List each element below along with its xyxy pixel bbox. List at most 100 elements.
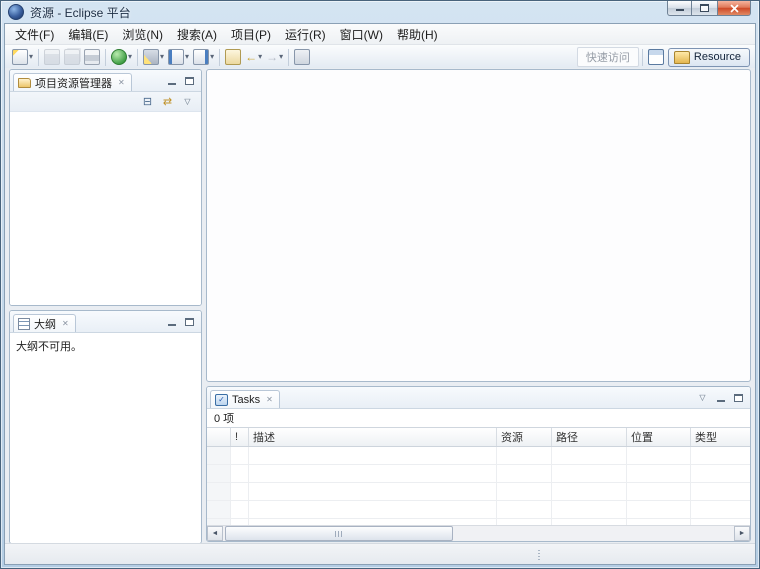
forward-button[interactable]: → ▾ [264, 48, 285, 66]
dropdown-arrow-icon[interactable]: ▾ [210, 49, 214, 65]
view-menu-button[interactable]: ▽ [695, 391, 710, 404]
dropdown-arrow-icon[interactable]: ▾ [29, 49, 33, 65]
eclipse-window: 资源 - Eclipse 平台 文件(F) 编辑(E) 浏览(N) 搜索(A) … [0, 0, 760, 569]
maximize-view-button[interactable] [182, 74, 197, 87]
collapse-all-button[interactable]: ⊟ [139, 94, 156, 110]
toolbar-separator [38, 48, 40, 66]
save-all-icon [64, 49, 81, 65]
print-button[interactable] [82, 48, 102, 66]
pin-editor-button[interactable] [292, 48, 312, 66]
column-header-resource[interactable]: 资源 [497, 428, 552, 446]
close-view-icon[interactable]: ✕ [118, 78, 125, 88]
minimize-icon [167, 83, 176, 85]
minimize-view-button[interactable] [164, 315, 179, 328]
table-cell [231, 447, 249, 464]
external-tools-icon [111, 49, 128, 65]
maximize-view-button[interactable] [731, 391, 746, 404]
search-button[interactable]: ▾ [141, 48, 166, 66]
minimize-view-button[interactable] [164, 74, 179, 87]
column-header-priority[interactable]: ! [231, 428, 249, 446]
tab-tasks[interactable]: ✓ Tasks ✕ [210, 390, 280, 408]
maximize-view-button[interactable] [182, 315, 197, 328]
toolbar-separator [641, 48, 643, 66]
project-explorer-tab-label: 项目资源管理器 [35, 77, 112, 90]
table-cell [627, 483, 691, 500]
minimize-view-button[interactable] [713, 391, 728, 404]
maximize-window-button[interactable] [692, 1, 717, 16]
save-button[interactable] [42, 48, 62, 66]
project-explorer-toolbar: ⊟ ⇄ ▽ [10, 92, 201, 112]
scrollbar-thumb[interactable] [225, 526, 453, 541]
dropdown-arrow-icon[interactable]: ▾ [279, 49, 283, 65]
outline-header: 大纲 ✕ [10, 311, 201, 333]
pin-editor-icon [294, 49, 311, 65]
tasks-table-body[interactable] [207, 447, 750, 525]
dropdown-arrow-icon[interactable]: ▾ [185, 49, 189, 65]
save-icon [44, 49, 61, 65]
dropdown-arrow-icon[interactable]: ▾ [160, 49, 164, 65]
menu-item-help[interactable]: 帮助(H) [390, 24, 445, 44]
new-wizard-icon [12, 49, 28, 65]
column-header-path[interactable]: 路径 [552, 428, 627, 446]
project-explorer-tree[interactable] [10, 112, 201, 305]
menu-item-edit[interactable]: 编辑(E) [61, 24, 115, 44]
menu-item-project[interactable]: 项目(P) [224, 24, 278, 44]
scrollbar-grip [334, 530, 344, 537]
table-cell [497, 465, 552, 482]
table-cell [627, 465, 691, 482]
menu-item-run[interactable]: 运行(R) [278, 24, 333, 44]
column-header-description[interactable]: 描述 [249, 428, 497, 446]
last-edit-location-button[interactable] [223, 48, 243, 66]
back-button[interactable]: ← ▾ [243, 48, 264, 66]
scrollbar-track[interactable] [223, 526, 734, 541]
menu-item-search[interactable]: 搜索(A) [170, 24, 224, 44]
scroll-left-button[interactable]: ◄ [207, 526, 223, 541]
link-with-editor-button[interactable]: ⇄ [159, 94, 176, 110]
new-wizard-button[interactable]: ▾ [10, 48, 35, 66]
column-header-location[interactable]: 位置 [627, 428, 691, 446]
tasks-count: 0 项 [214, 413, 235, 425]
menu-item-file[interactable]: 文件(F) [8, 24, 61, 44]
table-cell [249, 483, 497, 500]
table-cell [497, 501, 552, 518]
close-window-button[interactable] [717, 1, 751, 16]
view-menu-button[interactable]: ▽ [179, 94, 196, 110]
save-all-button[interactable] [62, 48, 82, 66]
close-view-icon[interactable]: ✕ [266, 395, 273, 405]
dropdown-arrow-icon[interactable]: ▾ [128, 49, 132, 65]
toolbar-separator [219, 48, 221, 66]
dropdown-arrow-icon[interactable]: ▾ [258, 49, 262, 65]
quick-access-button[interactable]: 快速访问 [576, 47, 639, 67]
client-area: 文件(F) 编辑(E) 浏览(N) 搜索(A) 项目(P) 运行(R) 窗口(W… [4, 23, 756, 565]
title-bar[interactable]: 资源 - Eclipse 平台 [1, 1, 759, 23]
tasks-view: ✓ Tasks ✕ ▽ 0 项 ! 描述 资源 路径 位置 类型 ◄ ► [206, 386, 751, 542]
maximize-icon [734, 393, 743, 402]
open-perspective-button[interactable] [646, 48, 666, 66]
table-cell [691, 447, 750, 464]
table-cell [552, 465, 627, 482]
tab-project-explorer[interactable]: 项目资源管理器 ✕ [13, 73, 132, 91]
maximize-icon [185, 76, 194, 85]
resource-perspective-label: Resource [693, 51, 741, 63]
resize-grip[interactable] [537, 550, 540, 561]
close-view-icon[interactable]: ✕ [62, 319, 69, 329]
column-header-empty[interactable] [207, 428, 231, 446]
run-external-tools-button[interactable]: ▾ [109, 48, 134, 66]
table-cell [691, 483, 750, 500]
outline-content: 大纲不可用。 [10, 333, 201, 543]
table-cell [497, 483, 552, 500]
table-cell [231, 465, 249, 482]
next-annotation-button[interactable]: ▾ [166, 48, 191, 66]
table-cell [207, 501, 231, 518]
previous-annotation-button[interactable]: ▾ [191, 48, 216, 66]
resource-perspective-button[interactable]: Resource [667, 47, 750, 67]
minimize-icon [167, 324, 176, 326]
outline-tab-label: 大纲 [34, 318, 56, 331]
column-header-type[interactable]: 类型 [691, 428, 750, 446]
tab-outline[interactable]: 大纲 ✕ [13, 314, 76, 332]
minimize-window-button[interactable] [667, 1, 692, 16]
menu-item-window[interactable]: 窗口(W) [333, 24, 390, 44]
menu-item-navigate[interactable]: 浏览(N) [115, 24, 170, 44]
scroll-right-button[interactable]: ► [734, 526, 750, 541]
table-cell [249, 447, 497, 464]
